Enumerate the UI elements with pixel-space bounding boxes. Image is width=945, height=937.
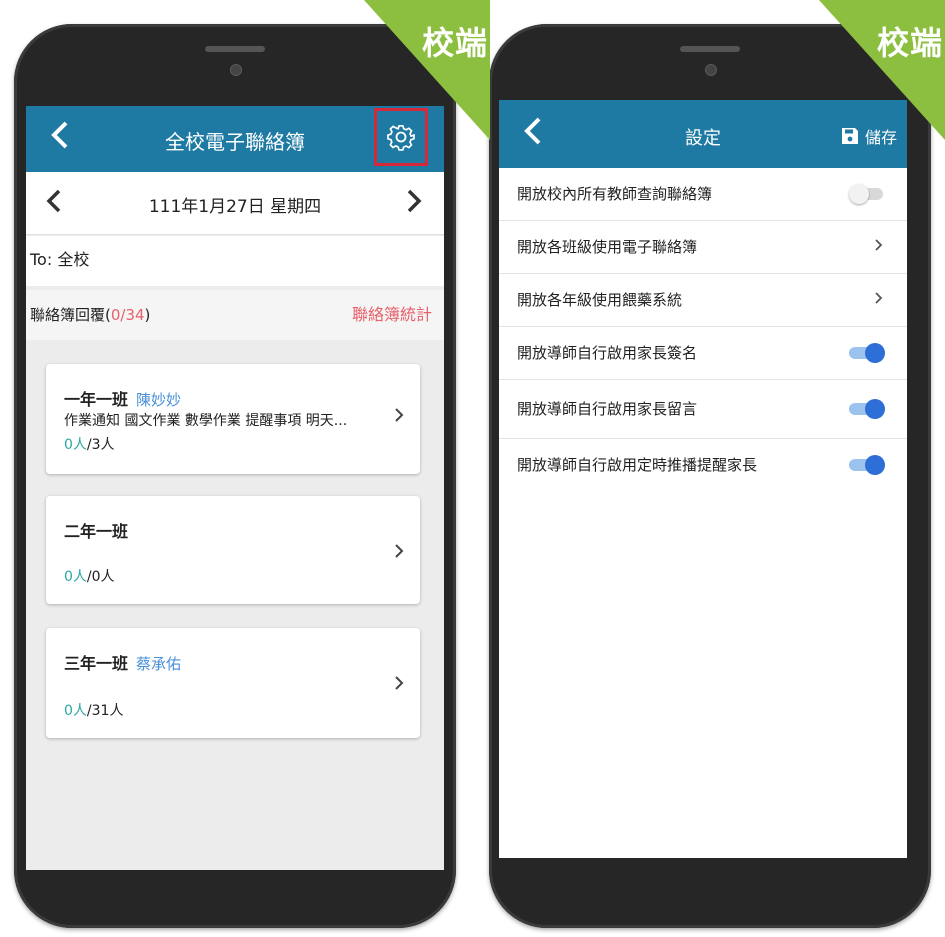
setting-label: 開放導師自行啟用家長留言: [517, 400, 698, 418]
class-heading: 一年一班 陳妙妙: [64, 386, 181, 410]
teacher-name: 蔡承佑: [136, 655, 182, 673]
app-header: 全校電子聯絡簿: [26, 106, 444, 172]
class-card[interactable]: 三年一班 蔡承佑 0人/31人: [46, 628, 420, 738]
replied-count: 0人: [64, 569, 87, 585]
total-count: /3人: [86, 437, 115, 453]
reply-ratio: 0人/0人: [64, 566, 115, 586]
class-card[interactable]: 一年一班 陳妙妙 作業通知 國文作業 數學作業 提醒事項 明天... 0人/3人: [46, 364, 420, 474]
speaker-grille: [205, 46, 265, 52]
chevron-right-icon: [874, 221, 883, 273]
class-name: 三年一班: [64, 654, 129, 673]
gear-icon: [387, 124, 415, 151]
setting-label: 開放各班級使用電子聯絡簿: [517, 238, 698, 256]
chevron-right-icon: [874, 274, 883, 326]
next-day-button[interactable]: [406, 184, 422, 222]
left-phone: 全校電子聯絡簿 111年1月27日 星期四 To: 全校 聯絡簿回覆(0/34)…: [14, 24, 456, 928]
date-navigation: 111年1月27日 星期四: [26, 172, 444, 235]
setting-row[interactable]: 開放各年級使用餵藥系統: [499, 274, 907, 327]
chevron-right-icon: [394, 672, 404, 697]
setting-row: 開放導師自行啟用家長留言: [499, 380, 907, 439]
current-date: 111年1月27日 星期四: [148, 197, 322, 217]
reply-summary: 聯絡簿回覆(0/34) 聯絡簿統計: [26, 290, 444, 340]
settings-header: 設定 儲存: [499, 100, 907, 168]
total-count: /31人: [86, 703, 124, 719]
camera-dot: [230, 64, 242, 76]
setting-label: 開放導師自行啟用家長簽名: [517, 344, 698, 362]
toggle-switch[interactable]: [849, 455, 885, 475]
save-button[interactable]: 儲存: [841, 124, 897, 148]
speaker-grille: [680, 46, 740, 52]
floppy-disk-icon: [841, 128, 858, 144]
badge-label: 校端: [421, 24, 488, 62]
setting-row[interactable]: 開放各班級使用電子聯絡簿: [499, 221, 907, 274]
settings-button[interactable]: [374, 108, 428, 166]
chevron-right-icon: [394, 404, 404, 429]
reply-close: ): [144, 306, 151, 324]
class-name: 二年一班: [64, 522, 129, 541]
setting-label: 開放各年級使用餵藥系統: [517, 291, 683, 309]
chevron-right-icon: [394, 540, 404, 565]
setting-row: 開放校內所有教師查詢聯絡簿: [499, 168, 907, 221]
class-heading: 二年一班: [64, 518, 136, 542]
camera-dot: [705, 64, 717, 76]
chevron-right-icon: [407, 189, 422, 213]
badge-label: 校端: [876, 24, 943, 62]
teacher-name: 陳妙妙: [136, 391, 182, 409]
reply-count: 0/34: [110, 306, 145, 324]
class-card[interactable]: 二年一班 0人/0人: [46, 496, 420, 604]
class-heading: 三年一班 蔡承佑: [64, 650, 181, 674]
setting-label: 開放校內所有教師查詢聯絡簿: [517, 185, 713, 203]
reply-ratio: 0人/3人: [64, 434, 115, 454]
right-phone: 設定 儲存 開放校內所有教師查詢聯絡簿 開放各班級使用電子聯絡簿 開放各年級使用…: [489, 24, 931, 928]
reply-ratio: 0人/31人: [64, 700, 123, 720]
total-count: /0人: [86, 569, 115, 585]
stats-link[interactable]: 聯絡簿統計: [352, 290, 432, 340]
recipient-line: To: 全校: [26, 236, 444, 286]
replied-count: 0人: [64, 703, 87, 719]
right-screen: 設定 儲存 開放校內所有教師查詢聯絡簿 開放各班級使用電子聯絡簿 開放各年級使用…: [499, 100, 907, 858]
setting-label: 開放導師自行啟用定時推播提醒家長: [517, 456, 758, 474]
toggle-switch[interactable]: [849, 184, 883, 204]
class-name: 一年一班: [64, 390, 129, 409]
toggle-switch[interactable]: [849, 399, 885, 419]
replied-count: 0人: [64, 437, 87, 453]
reply-label: 聯絡簿回覆(: [30, 306, 111, 324]
class-notes: 作業通知 國文作業 數學作業 提醒事項 明天...: [64, 413, 348, 429]
save-label: 儲存: [864, 128, 897, 147]
setting-row: 開放導師自行啟用定時推播提醒家長: [499, 439, 907, 491]
toggle-switch[interactable]: [849, 343, 885, 363]
setting-row: 開放導師自行啟用家長簽名: [499, 327, 907, 380]
left-screen: 全校電子聯絡簿 111年1月27日 星期四 To: 全校 聯絡簿回覆(0/34)…: [26, 106, 444, 870]
